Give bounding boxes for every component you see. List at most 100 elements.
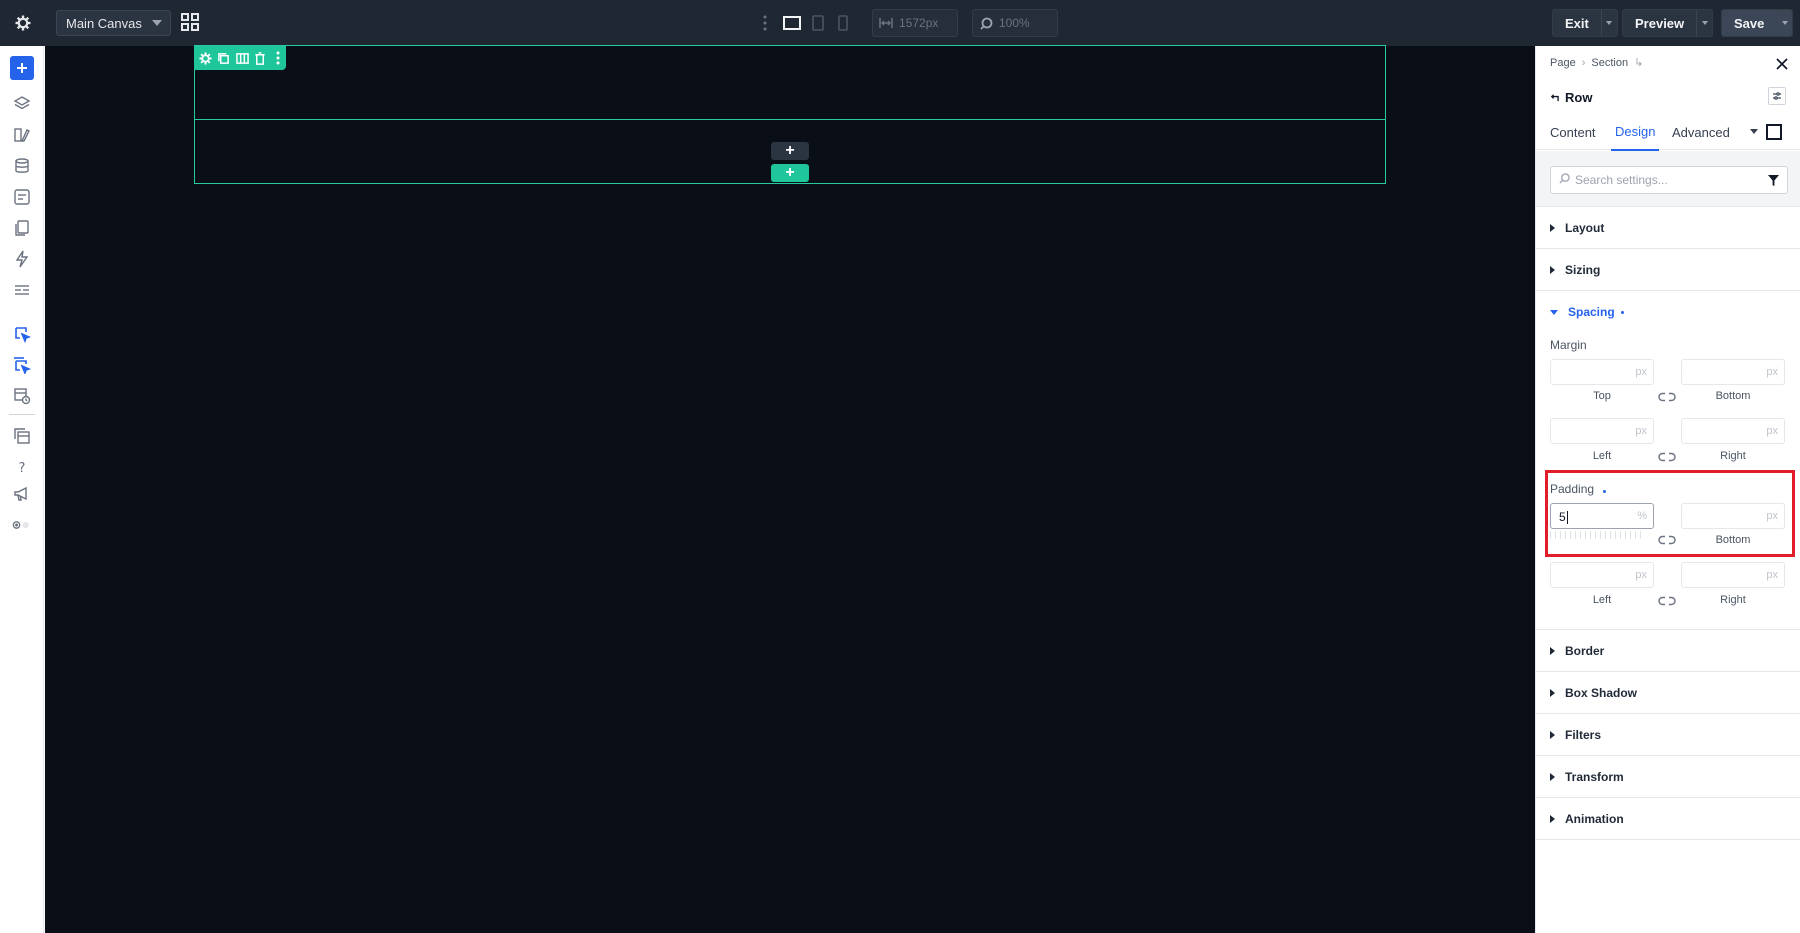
select-element-icon[interactable] — [12, 324, 32, 344]
lightning-icon[interactable] — [12, 249, 32, 269]
accordion-filters-label: Filters — [1565, 727, 1602, 742]
exit-button[interactable]: Exit — [1552, 9, 1618, 37]
accordion-filters[interactable]: Filters — [1536, 714, 1800, 756]
duplicate-icon[interactable] — [216, 50, 231, 66]
margin-top-input[interactable]: px — [1550, 359, 1654, 385]
tab-content[interactable]: Content — [1550, 114, 1596, 150]
design-library-icon[interactable] — [12, 125, 32, 145]
padding-right-input[interactable]: px — [1681, 562, 1785, 588]
search-icon — [973, 17, 999, 30]
accordion-spacing-label: Spacing — [1568, 305, 1615, 319]
history-icon[interactable] — [12, 386, 32, 406]
multi-select-icon[interactable] — [12, 355, 32, 375]
chevron-down-icon — [152, 20, 162, 26]
more-options-icon[interactable] — [762, 13, 768, 33]
tablet-view-icon[interactable] — [810, 12, 826, 34]
save-button[interactable]: Save — [1721, 9, 1794, 37]
link-icon[interactable] — [1658, 595, 1676, 607]
accordion-layout[interactable]: Layout — [1536, 207, 1800, 249]
accordion-sizing[interactable]: Sizing — [1536, 249, 1800, 291]
caret-right-icon — [1550, 814, 1555, 823]
more-vertical-icon[interactable] — [271, 50, 286, 66]
zoom-input[interactable]: 100% — [972, 9, 1058, 37]
panel-title-text: Row — [1565, 90, 1593, 105]
columns-icon[interactable] — [234, 50, 249, 66]
highlight-box — [1545, 470, 1795, 557]
settings-tabs: Content Design Advanced — [1536, 114, 1800, 151]
breadcrumb: Page › Section ↳ — [1550, 56, 1643, 70]
link-icon[interactable] — [1658, 451, 1676, 463]
breadcrumb-section[interactable]: Section — [1591, 57, 1628, 69]
search-settings-input[interactable]: Search settings... — [1550, 166, 1788, 194]
theme-toggle-icon[interactable] — [12, 515, 32, 535]
caret-right-icon — [1550, 223, 1555, 232]
add-element-button[interactable] — [10, 56, 34, 80]
caret-right-icon — [1550, 730, 1555, 739]
unit-label[interactable]: px — [1766, 366, 1778, 378]
structure-icon[interactable] — [12, 280, 32, 300]
builder-canvas[interactable]: + + — [45, 45, 1535, 933]
accordion-layout-label: Layout — [1565, 220, 1605, 235]
caret-right-icon — [1550, 646, 1555, 655]
accordion-border[interactable]: Border — [1536, 630, 1800, 672]
wireframe-toggle-icon[interactable] — [1766, 124, 1782, 140]
link-icon[interactable] — [1658, 391, 1676, 403]
back-arrow-icon[interactable] — [1550, 90, 1559, 105]
chevron-down-icon[interactable] — [1750, 129, 1758, 134]
canvas-width-input[interactable]: 1572px — [872, 9, 958, 37]
portability-icon[interactable] — [12, 426, 32, 446]
trash-icon[interactable] — [253, 50, 268, 66]
megaphone-icon[interactable] — [12, 484, 32, 504]
accordion-box-shadow[interactable]: Box Shadow — [1536, 672, 1800, 714]
desktop-view-icon[interactable] — [782, 12, 802, 34]
add-row-button[interactable]: + — [771, 142, 809, 160]
settings-gear-icon[interactable] — [10, 10, 36, 36]
exit-label: Exit — [1565, 15, 1589, 31]
help-icon[interactable]: ? — [12, 457, 32, 477]
accordion-transform-label: Transform — [1565, 769, 1624, 784]
margin-right-input[interactable]: px — [1681, 418, 1785, 444]
svg-text:?: ? — [19, 461, 26, 475]
unit-label[interactable]: px — [1635, 366, 1647, 378]
exit-dropdown-icon[interactable] — [1600, 10, 1617, 36]
canvas-select[interactable]: Main Canvas — [56, 10, 171, 36]
unit-label[interactable]: px — [1635, 569, 1647, 581]
chevron-right-icon: › — [1581, 56, 1586, 69]
top-bar: Main Canvas 1572px 100% Exit Preview Sav… — [0, 0, 1800, 46]
mobile-view-icon[interactable] — [836, 12, 850, 34]
unit-label[interactable]: px — [1766, 425, 1778, 437]
element-toolbar — [194, 46, 286, 70]
left-toolbar: ? — [0, 46, 44, 933]
filter-icon[interactable] — [1768, 175, 1779, 189]
accordion-animation[interactable]: Animation — [1536, 798, 1800, 840]
panel-options-icon[interactable] — [1768, 87, 1786, 105]
layers-icon[interactable] — [12, 94, 32, 114]
margin-bottom-label: Bottom — [1715, 390, 1751, 402]
database-icon[interactable] — [12, 156, 32, 176]
canvas-select-value: Main Canvas — [66, 15, 142, 31]
tab-design[interactable]: Design — [1611, 114, 1660, 151]
save-dropdown-icon[interactable] — [1776, 10, 1792, 36]
unit-label[interactable]: px — [1766, 569, 1778, 581]
tab-advanced[interactable]: Advanced — [1672, 114, 1730, 150]
breadcrumb-page[interactable]: Page — [1550, 57, 1576, 69]
caret-down-icon — [1550, 309, 1558, 315]
accordion-spacing[interactable]: Spacing — [1536, 291, 1800, 333]
settings-icon[interactable] — [198, 50, 213, 66]
add-section-button[interactable]: + — [771, 164, 809, 182]
close-icon[interactable] — [1774, 56, 1790, 72]
pages-icon[interactable] — [12, 218, 32, 238]
margin-bottom-input[interactable]: px — [1681, 359, 1785, 385]
accordion-border-label: Border — [1565, 643, 1605, 658]
margin-left-input[interactable]: px — [1550, 418, 1654, 444]
padding-left-input[interactable]: px — [1550, 562, 1654, 588]
preview-button[interactable]: Preview — [1622, 9, 1714, 37]
preview-dropdown-icon[interactable] — [1696, 10, 1712, 36]
unit-label[interactable]: px — [1635, 425, 1647, 437]
row-divider — [195, 119, 1385, 120]
padding-right-label: Right — [1720, 594, 1746, 606]
margin-top-label: Top — [1593, 390, 1611, 402]
accordion-transform[interactable]: Transform — [1536, 756, 1800, 798]
grid-view-icon[interactable] — [180, 12, 200, 32]
templates-icon[interactable] — [12, 187, 32, 207]
